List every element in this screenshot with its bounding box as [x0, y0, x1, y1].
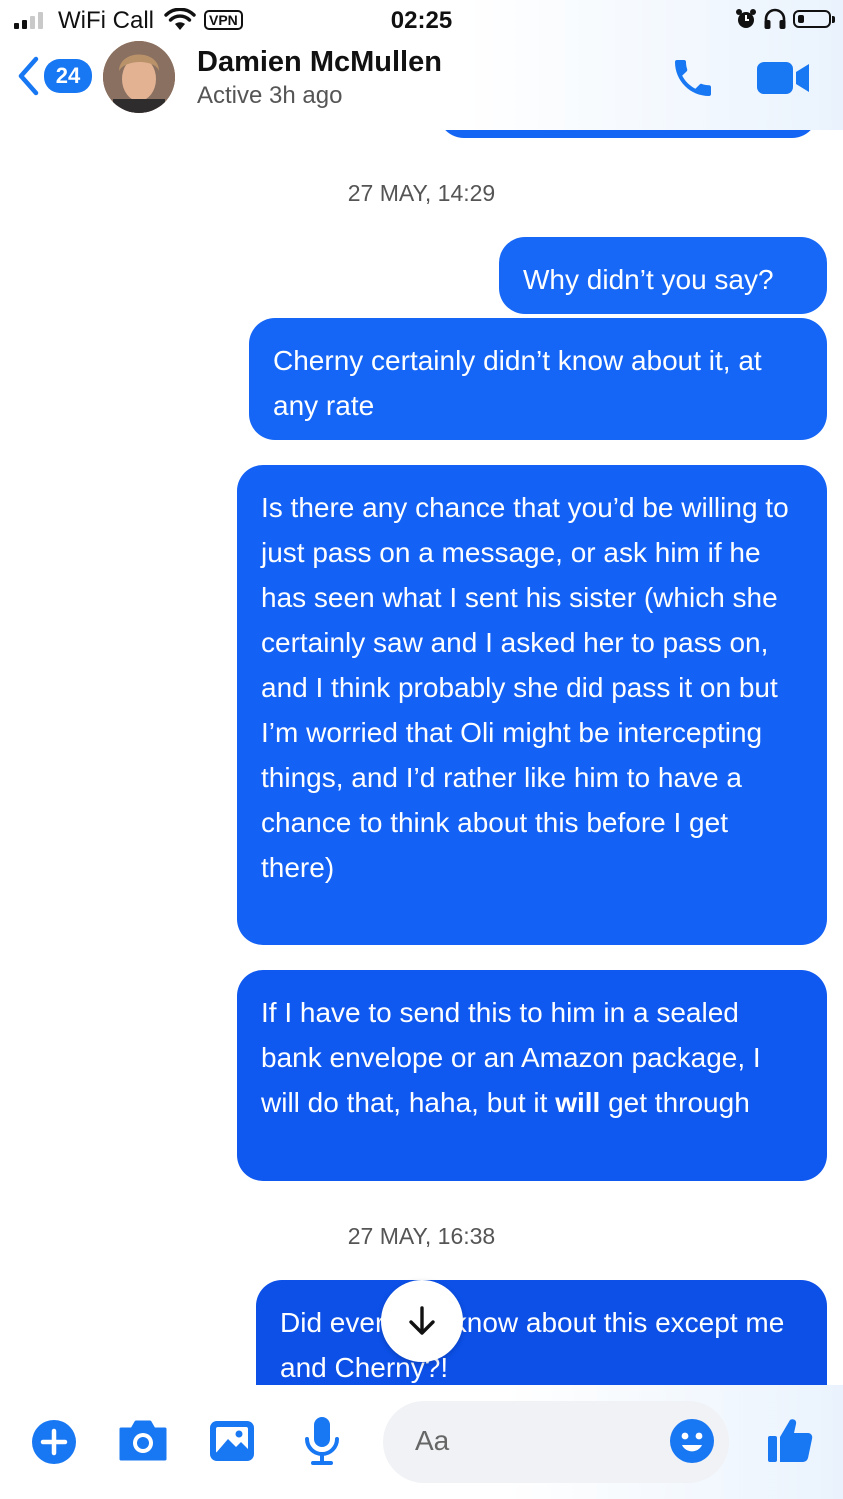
alarm-icon	[736, 9, 756, 28]
video-icon[interactable]	[755, 58, 811, 98]
back-chevron-icon	[18, 56, 39, 96]
top-bar: WiFi Call VPN 02:25 24 Damien McMullen A…	[0, 0, 843, 130]
thumbs-up-icon[interactable]	[765, 1415, 815, 1465]
message-text-bold: will	[555, 1087, 601, 1118]
image-icon[interactable]	[208, 1419, 256, 1463]
battery-icon	[793, 10, 835, 28]
message-text: Did everyone know about this except me a…	[280, 1307, 785, 1383]
contact-name[interactable]: Damien McMullen	[197, 46, 442, 79]
down-arrow-icon	[409, 1306, 435, 1335]
unread-count-badge: 24	[44, 59, 92, 93]
message-text: Why didn’t you say?	[523, 264, 774, 295]
sent-message-bubble[interactable]: Cherny certainly didn’t know about it, a…	[249, 318, 827, 440]
camera-icon[interactable]	[117, 1419, 169, 1461]
sent-message-bubble[interactable]: Why didn’t you say?	[499, 237, 827, 314]
avatar-image	[103, 41, 175, 113]
message-input[interactable]: Aa	[383, 1401, 729, 1483]
message-timestamp: 27 MAY, 16:38	[347, 1223, 496, 1249]
emoji-icon[interactable]	[668, 1417, 716, 1465]
sent-message-bubble[interactable]: If I have to send this to him in a seale…	[237, 970, 827, 1181]
message-text: Cherny certainly didn’t know about it, a…	[273, 345, 762, 421]
headphones-icon	[764, 8, 786, 29]
message-text: Is there any chance that you’d be willin…	[261, 492, 789, 883]
message-timestamp: 27 MAY, 14:29	[347, 180, 496, 206]
composer-bar: Aa	[0, 1385, 843, 1499]
scroll-to-bottom-button[interactable]	[381, 1280, 463, 1362]
plus-icon[interactable]	[31, 1419, 77, 1465]
avatar[interactable]	[103, 41, 175, 113]
message-input-placeholder: Aa	[415, 1425, 450, 1456]
message-text-after: get through	[600, 1087, 750, 1118]
microphone-icon[interactable]	[303, 1415, 341, 1467]
phone-icon[interactable]	[668, 54, 718, 102]
sent-message-bubble[interactable]: Is there any chance that you’d be willin…	[237, 465, 827, 945]
presence-status: Active 3h ago	[197, 82, 343, 109]
back-button[interactable]: 24	[16, 56, 92, 96]
clock: 02:25	[390, 7, 453, 34]
status-bar: WiFi Call VPN 02:25	[0, 0, 843, 42]
